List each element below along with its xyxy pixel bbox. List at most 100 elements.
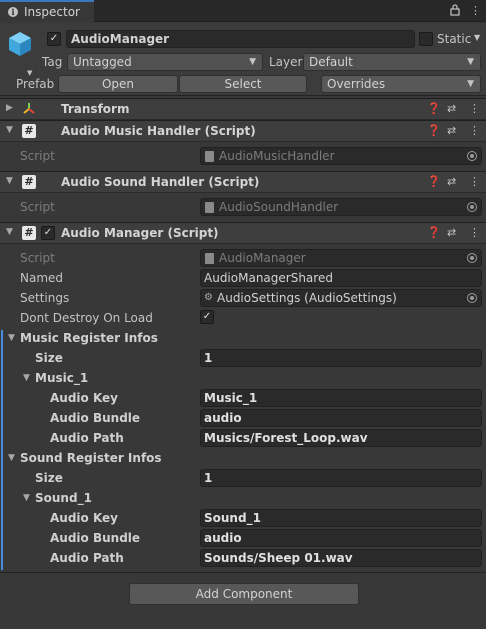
chevron-down-icon: ▼ [249,57,256,67]
chevron-down-icon[interactable]: ▼ [8,453,15,463]
component-header-sound-handler[interactable]: ▼ # Audio Sound Handler (Script) ❓ ⇄ ⋮ [0,171,486,193]
static-dropdown-icon[interactable]: ▼ [474,33,480,42]
target-icon[interactable] [467,253,477,263]
chevron-down-icon[interactable]: ▼ [6,125,13,135]
cube-icon[interactable] [8,31,32,60]
tag-value: Untagged [73,55,132,69]
component-title: Audio Manager (Script) [61,226,219,240]
lock-icon[interactable] [450,4,460,19]
overrides-label: Overrides [327,77,386,91]
static-toggle[interactable] [419,32,433,46]
prefab-select-button[interactable]: Select [179,75,307,93]
tab-inspector[interactable]: i Inspector [0,0,94,22]
more-icon[interactable]: ⋮ [469,226,480,239]
music-key-label: Audio Key [50,391,119,405]
chevron-down-icon[interactable]: ▼ [6,176,13,186]
more-icon[interactable]: ⋮ [469,102,480,115]
more-icon[interactable]: ⋮ [469,175,480,188]
sound-element-label[interactable]: Sound_1 [35,491,92,505]
dont-destroy-label: Dont Destroy On Load [20,311,153,325]
layer-dropdown[interactable]: Default ▼ [303,53,481,71]
script-icon: # [22,124,36,138]
help-icon[interactable]: ❓ [427,102,441,115]
active-toggle[interactable]: ✓ [47,32,61,46]
music-key-input[interactable]: Music_1 [200,389,482,407]
sound-register-label[interactable]: Sound Register Infos [20,451,162,465]
prefab-overrides-dropdown[interactable]: Overrides ▼ [321,75,481,93]
target-icon[interactable] [467,202,477,212]
script-value: AudioManager [219,251,306,265]
script-icon: # [22,226,36,240]
script-value: AudioMusicHandler [219,149,335,163]
chevron-down-icon[interactable]: ▼ [27,69,32,77]
named-input[interactable]: AudioManagerShared [200,269,482,287]
music-path-input[interactable]: Musics/Forest_Loop.wav [200,429,482,447]
more-icon[interactable]: ⋮ [469,124,480,137]
chevron-right-icon[interactable]: ▶ [6,103,13,113]
gameobject-header: ▼ ✓ AudioManager Static ▼ Tag Untagged ▼… [0,23,486,96]
chevron-down-icon[interactable]: ▼ [8,333,15,343]
settings-object-field[interactable]: ⚙ AudioSettings (AudioSettings) [200,289,482,307]
checkmark-icon: ✓ [202,311,212,322]
info-icon: i [8,7,18,17]
preset-icon[interactable]: ⇄ [447,102,456,115]
tag-dropdown[interactable]: Untagged ▼ [67,53,263,71]
component-title: Audio Music Handler (Script) [61,124,256,138]
dont-destroy-toggle[interactable]: ✓ [200,310,214,324]
sound-size-label: Size [35,471,63,485]
inspector-titlebar: i Inspector ⋮ [0,0,486,22]
more-icon[interactable]: ⋮ [470,4,481,17]
music-bundle-label: Audio Bundle [50,411,141,425]
add-component-button[interactable]: Add Component [129,583,359,605]
chevron-down-icon: ▼ [467,57,474,67]
chevron-down-icon[interactable]: ▼ [6,227,13,237]
prefab-label: Prefab [16,77,55,91]
help-icon[interactable]: ❓ [427,226,441,239]
script-icon: # [22,175,36,189]
component-header-transform[interactable]: ▶ Transform ❓ ⇄ ⋮ [0,98,486,120]
audio-manager-script-field[interactable]: AudioManager [200,249,482,267]
prefab-open-button[interactable]: Open [58,75,178,93]
layer-label: Layer [269,55,303,69]
sound-path-label: Audio Path [50,551,124,565]
music-register-label[interactable]: Music Register Infos [20,331,158,345]
named-label: Named [20,271,64,285]
sound-bundle-input[interactable]: audio [200,529,482,547]
component-title: Transform [61,102,130,116]
help-icon[interactable]: ❓ [427,175,441,188]
sound-path-input[interactable]: Sounds/Sheep 01.wav [200,549,482,567]
sound-key-label: Audio Key [50,511,119,525]
chevron-down-icon[interactable]: ▼ [23,373,30,383]
preset-icon[interactable]: ⇄ [447,175,456,188]
chevron-down-icon[interactable]: ▼ [23,493,30,503]
sound-handler-script-field[interactable]: AudioSoundHandler [200,198,482,216]
script-value: AudioSoundHandler [219,200,339,214]
script-file-icon [205,202,214,213]
sound-size-input[interactable]: 1 [200,469,482,487]
sound-bundle-label: Audio Bundle [50,531,141,545]
help-icon[interactable]: ❓ [427,124,441,137]
layer-value: Default [309,55,353,69]
divider [0,572,486,573]
component-title: Audio Sound Handler (Script) [61,175,260,189]
preset-icon[interactable]: ⇄ [447,124,456,137]
target-icon[interactable] [467,293,477,303]
component-header-music-handler[interactable]: ▼ # Audio Music Handler (Script) ❓ ⇄ ⋮ [0,120,486,142]
script-label: Script [20,149,55,163]
music-size-input[interactable]: 1 [200,349,482,367]
music-path-label: Audio Path [50,431,124,445]
component-header-audio-manager[interactable]: ▼ # ✓ Audio Manager (Script) ❓ ⇄ ⋮ [0,222,486,244]
object-name-field[interactable]: AudioManager [66,30,415,48]
tab-title: Inspector [24,5,80,19]
selection-bar [1,330,3,570]
checkmark-icon: ✓ [49,33,59,44]
component-enabled-toggle[interactable]: ✓ [41,226,55,240]
sound-key-input[interactable]: Sound_1 [200,509,482,527]
target-icon[interactable] [467,151,477,161]
music-handler-script-field[interactable]: AudioMusicHandler [200,147,482,165]
music-bundle-input[interactable]: audio [200,409,482,427]
preset-icon[interactable]: ⇄ [447,226,456,239]
script-file-icon [205,151,214,162]
music-element-label[interactable]: Music_1 [35,371,88,385]
settings-value: AudioSettings (AudioSettings) [217,291,397,305]
